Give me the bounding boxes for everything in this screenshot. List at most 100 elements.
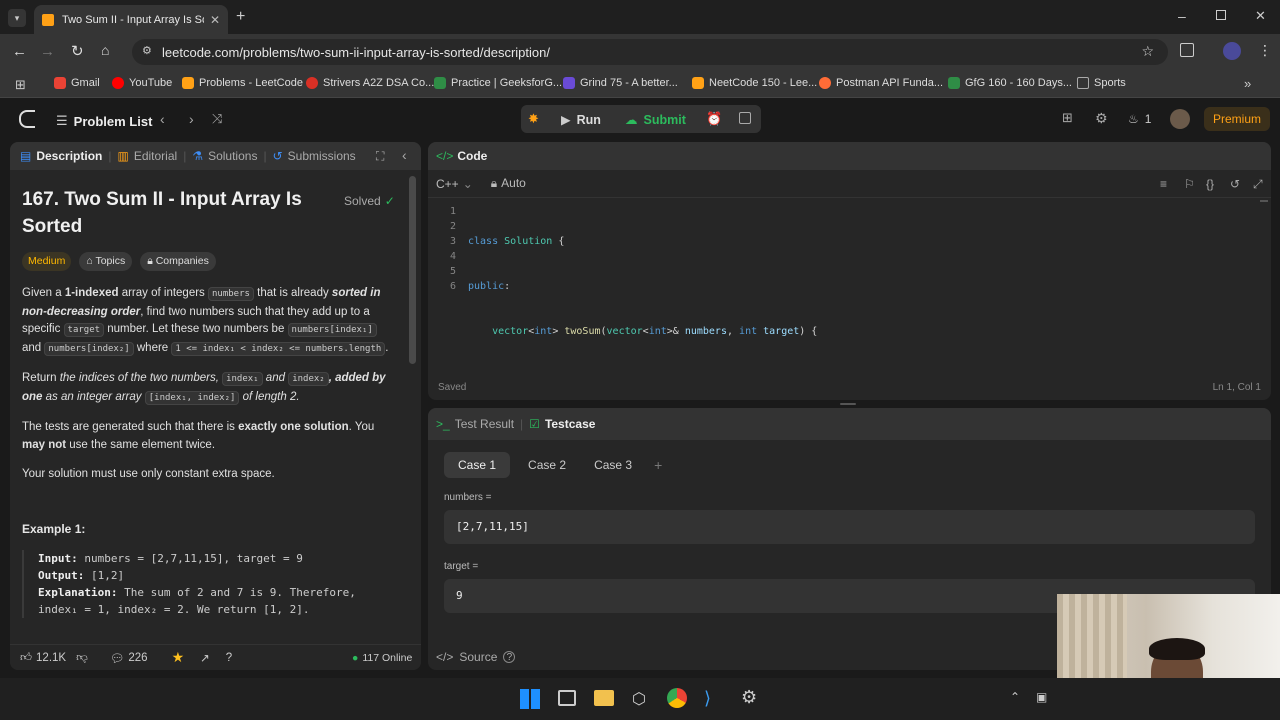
bookmark-youtube[interactable]: YouTube [112, 77, 172, 89]
url-bar[interactable]: ⚙ leetcode.com/problems/two-sum-ii-input… [132, 39, 1168, 65]
auto-toggle[interactable]: 🔒︎ Auto [491, 176, 526, 191]
back-icon[interactable]: ← [12, 43, 27, 60]
bookmark-postman[interactable]: Postman API Funda... [819, 77, 943, 89]
menu-icon[interactable]: ⋮ [1258, 42, 1272, 59]
submit-button[interactable]: ☁ Submit [625, 112, 686, 128]
settings-gear-icon[interactable]: ⚙ [1095, 110, 1108, 127]
premium-button[interactable]: Premium [1204, 107, 1270, 131]
example-block: Input: numbers = [2,7,11,15], target = 9… [22, 549, 394, 618]
problem-list-button[interactable]: ☰ Problem List [56, 113, 152, 129]
home-icon[interactable]: ⌂ [101, 42, 109, 58]
numbers-input[interactable]: [2,7,11,15] [444, 510, 1255, 544]
streak-counter[interactable]: ♨ 1 [1128, 112, 1151, 126]
reload-icon[interactable]: ↻ [71, 42, 84, 60]
problem-statement-p2: Return the indices of the two numbers, i… [22, 372, 386, 405]
close-window-icon[interactable]: ✕ [1255, 8, 1266, 24]
description-scrollbar[interactable] [409, 176, 416, 364]
next-problem-icon[interactable]: › [189, 111, 194, 127]
tab-solutions[interactable]: ⚗ Solutions [192, 149, 257, 163]
bookmark-neetcode[interactable]: NeetCode 150 - Lee... [692, 77, 817, 89]
bookmark-leetcode[interactable]: Problems - LeetCode [182, 77, 303, 89]
format-icon[interactable]: ≡ [1160, 177, 1167, 191]
bookmark-sports-folder[interactable]: Sports [1077, 77, 1126, 89]
browser-tab[interactable]: Two Sum II - Input Array Is Sorted ✕ [34, 5, 228, 34]
settings-app-icon[interactable]: ⚙ [741, 687, 757, 708]
bookmark-star-icon[interactable]: ☆ [1141, 43, 1154, 60]
tab-submissions[interactable]: ↺ Submissions [273, 149, 356, 163]
new-tab-icon[interactable]: + [236, 8, 245, 26]
notes-icon[interactable] [739, 112, 751, 124]
alarm-icon[interactable]: ⏰ [706, 111, 722, 127]
tab-testcase[interactable]: ☑ Testcase [529, 417, 595, 431]
tab-close-icon[interactable]: ✕ [210, 13, 220, 27]
case-1-tab[interactable]: Case 1 [444, 452, 511, 478]
vscode-icon[interactable]: ⟩ [704, 688, 711, 709]
layout-icon[interactable]: ⊞ [1062, 110, 1073, 126]
tag-icon: ⌂ [86, 255, 93, 267]
fullscreen-icon[interactable]: ⤢ [1253, 177, 1263, 192]
reset-icon[interactable]: ↺ [1230, 177, 1240, 191]
problem-statement-p4: Your solution must use only constant ext… [22, 468, 275, 480]
bookmark-strivers[interactable]: Strivers A2Z DSA Co... [306, 77, 434, 89]
topics-tag[interactable]: ⌂ Topics [79, 252, 133, 271]
shuffle-icon[interactable]: ⤨ [212, 111, 222, 127]
companies-tag[interactable]: 🔒︎ Companies [140, 252, 216, 271]
favorite-star-icon[interactable]: ★ [172, 649, 185, 666]
bookmark-gmail[interactable]: Gmail [54, 77, 100, 89]
profile-avatar[interactable] [1223, 42, 1241, 60]
bookmark-gfg160[interactable]: GfG 160 - 160 Days... [948, 77, 1072, 89]
folder-icon [1077, 77, 1089, 89]
code-panel-header: </> Code [428, 142, 1271, 170]
chevron-down-icon: ⌄ [462, 176, 473, 191]
source-link[interactable]: </> Source? [436, 650, 516, 664]
case-2-tab[interactable]: Case 2 [518, 452, 576, 478]
terminal-icon: >_ [436, 417, 450, 431]
run-button[interactable]: ▶ Run [561, 112, 601, 128]
bookmark-icon[interactable]: ⚐ [1184, 177, 1195, 191]
bookmark-gfg-practice[interactable]: Practice | GeeksforG... [434, 77, 562, 89]
tab-description[interactable]: ▤ Description [20, 149, 102, 163]
collapse-icon[interactable]: ‹ [402, 147, 407, 163]
code-panel: </> Code C++ ⌄ 🔒︎ Auto ≡ ⚐ {} ↺ ⤢ 123456 c… [428, 142, 1271, 400]
task-view-icon[interactable] [558, 690, 576, 706]
test-panel-tabs: >_ Test Result | ☑ Testcase [428, 408, 1271, 440]
language-select[interactable]: C++ ⌄ [436, 177, 473, 191]
tab-title: Two Sum II - Input Array Is Sorted [62, 13, 204, 26]
panel-resize-handle[interactable] [840, 403, 856, 405]
maximize-icon[interactable] [1216, 10, 1226, 20]
app-icon[interactable]: ⬡ [632, 689, 646, 709]
editor-scrollbar[interactable] [1260, 200, 1268, 202]
case-3-tab[interactable]: Case 3 [584, 452, 642, 478]
debug-icon[interactable]: ✸ [528, 111, 539, 127]
help-circle-icon: ? [503, 651, 516, 663]
site-info-icon[interactable]: ⚙ [142, 44, 152, 57]
tab-editorial[interactable]: ▥ Editorial [117, 149, 177, 163]
tab-test-result[interactable]: >_ Test Result [436, 417, 514, 431]
comments-button[interactable]: 💬︎ 226 [110, 651, 148, 665]
add-case-icon[interactable]: + [650, 457, 666, 473]
code-editor[interactable]: 123456 class Solution { public: vector<i… [428, 204, 1271, 374]
help-icon[interactable]: ? [226, 652, 232, 664]
user-avatar[interactable] [1170, 109, 1190, 129]
network-icon[interactable]: ▣ [1036, 690, 1047, 704]
minimize-icon[interactable]: – [1178, 8, 1186, 24]
expand-icon[interactable]: ⛶ [376, 149, 384, 164]
forward-icon[interactable]: → [40, 43, 55, 60]
prev-problem-icon[interactable]: ‹ [160, 111, 165, 127]
bookmark-grind75[interactable]: Grind 75 - A better... [563, 77, 678, 89]
youtube-icon [112, 77, 124, 89]
difficulty-badge[interactable]: Medium [22, 252, 72, 271]
extensions-icon[interactable] [1180, 43, 1194, 57]
chrome-icon[interactable] [667, 688, 687, 708]
tray-chevron-icon[interactable]: ⌃ [1010, 690, 1020, 704]
leetcode-logo-icon[interactable] [19, 110, 35, 128]
more-bookmarks-icon[interactable]: » [1244, 76, 1251, 91]
share-icon[interactable]: ↗ [200, 651, 210, 665]
tab-search-icon[interactable]: ▾ [8, 9, 26, 27]
like-button[interactable]: 👍︎ 12.1K [20, 651, 66, 665]
apps-grid-icon[interactable]: ⊞ [15, 77, 26, 93]
braces-icon[interactable]: {} [1206, 177, 1214, 191]
windows-start-icon[interactable] [520, 689, 540, 709]
dislike-icon[interactable]: 👎︎ [76, 651, 88, 665]
file-explorer-icon[interactable] [594, 690, 614, 706]
